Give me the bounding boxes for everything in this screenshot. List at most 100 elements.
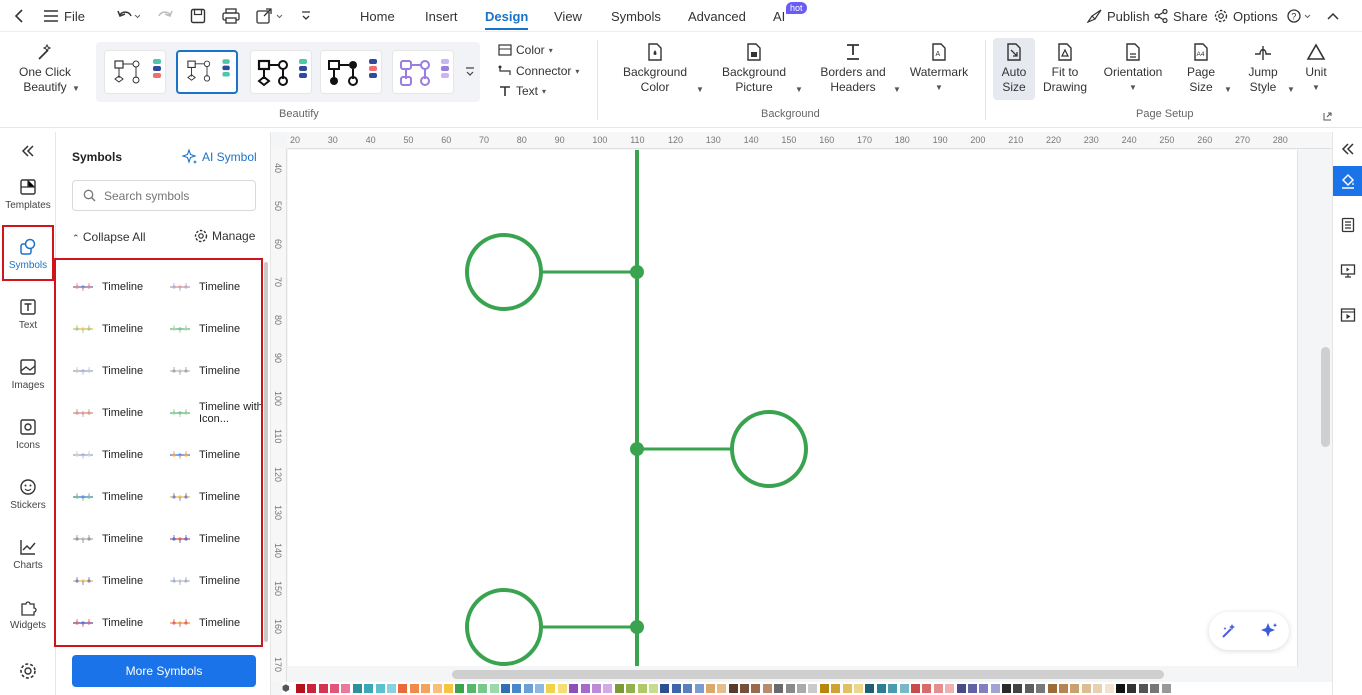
expand-right-panel-button[interactable] (1333, 134, 1362, 164)
horizontal-scrollbar[interactable] (452, 670, 1164, 679)
options-button[interactable]: Options (1214, 0, 1278, 32)
color-swatch[interactable] (626, 684, 636, 693)
collapse-all-button[interactable]: ⌃ Collapse All (72, 230, 146, 244)
color-swatch[interactable] (956, 684, 966, 693)
color-swatch[interactable] (683, 684, 693, 693)
color-swatch[interactable] (614, 684, 624, 693)
orientation-button[interactable]: Orientation ▼ (1098, 42, 1168, 95)
color-swatch[interactable] (1002, 684, 1012, 693)
color-swatch[interactable] (1115, 684, 1125, 693)
panel-scrollbar[interactable] (264, 262, 268, 642)
presentation-button[interactable] (1333, 256, 1362, 286)
timeline-diagram[interactable] (288, 150, 1298, 666)
color-swatch[interactable] (295, 684, 305, 693)
color-swatch[interactable] (546, 684, 556, 693)
color-swatch[interactable] (409, 684, 419, 693)
undo-icon[interactable] (116, 0, 140, 32)
color-swatch[interactable] (466, 684, 476, 693)
timeline-node-3[interactable] (465, 588, 644, 666)
color-swatch[interactable] (478, 684, 488, 693)
style-panel-button[interactable] (1333, 166, 1362, 196)
rail-item-widgets[interactable]: Widgets (0, 598, 56, 631)
color-swatch[interactable] (1059, 684, 1069, 693)
color-swatch[interactable] (1093, 684, 1103, 693)
back-icon[interactable] (14, 0, 24, 32)
search-box[interactable] (72, 180, 256, 211)
color-swatch[interactable] (728, 684, 738, 693)
color-swatch[interactable] (1070, 684, 1080, 693)
color-swatch[interactable] (364, 684, 374, 693)
color-swatch[interactable] (1036, 684, 1046, 693)
color-swatch[interactable] (876, 684, 886, 693)
color-swatch[interactable] (967, 684, 977, 693)
ai-symbol-button[interactable]: AI Symbol (182, 149, 257, 165)
color-swatch[interactable] (318, 684, 328, 693)
color-swatch[interactable] (705, 684, 715, 693)
page-setup-launcher-icon[interactable] (1323, 110, 1332, 124)
color-swatch[interactable] (512, 684, 522, 693)
rail-item-charts[interactable]: Charts (0, 538, 56, 571)
borders-headers-button[interactable]: Borders and Headers (815, 42, 891, 95)
search-input[interactable] (104, 188, 244, 203)
color-swatch[interactable] (432, 684, 442, 693)
color-swatch[interactable] (1150, 684, 1160, 693)
background-color-button[interactable]: Background Color (617, 42, 693, 95)
settings-button[interactable] (0, 662, 56, 684)
color-swatch[interactable] (375, 684, 385, 693)
gallery-expand-icon[interactable] (465, 66, 475, 81)
color-swatch[interactable] (762, 684, 772, 693)
tab-view[interactable]: View (554, 0, 582, 32)
one-click-beautify-button[interactable]: One Click Beautify (14, 42, 76, 95)
beautify-style-2[interactable] (176, 50, 238, 94)
color-swatch[interactable] (648, 684, 658, 693)
color-swatch[interactable] (603, 684, 613, 693)
rail-item-text[interactable]: Text (0, 298, 56, 331)
color-swatch[interactable] (671, 684, 681, 693)
timeline-dot[interactable] (630, 620, 644, 634)
publish-button[interactable]: Publish (1087, 0, 1150, 32)
more-symbols-button[interactable]: More Symbols (72, 655, 256, 687)
auto-size-button[interactable]: Auto Size (993, 42, 1035, 95)
color-swatch[interactable] (717, 684, 727, 693)
color-swatch[interactable] (535, 684, 545, 693)
color-swatch[interactable] (523, 684, 533, 693)
color-swatch[interactable] (831, 684, 841, 693)
color-swatch[interactable] (341, 684, 351, 693)
color-dropdown[interactable]: Color ▾ (498, 43, 553, 57)
color-swatch[interactable] (660, 684, 670, 693)
color-swatch[interactable] (694, 684, 704, 693)
color-swatch[interactable] (330, 684, 340, 693)
share-button[interactable]: Share (1154, 0, 1208, 32)
color-swatch[interactable] (979, 684, 989, 693)
rail-item-images[interactable]: Images (0, 358, 56, 391)
page-properties-button[interactable] (1333, 210, 1362, 240)
beautify-style-4[interactable] (320, 50, 382, 94)
color-swatch[interactable] (1161, 684, 1171, 693)
color-swatch[interactable] (922, 684, 932, 693)
color-swatch[interactable] (774, 684, 784, 693)
color-swatch[interactable] (398, 684, 408, 693)
color-swatch[interactable] (910, 684, 920, 693)
timeline-node-1[interactable] (465, 233, 644, 311)
color-swatch[interactable] (945, 684, 955, 693)
color-swatch[interactable] (740, 684, 750, 693)
beautify-style-1[interactable] (104, 50, 166, 94)
drawing-page[interactable] (288, 150, 1298, 666)
color-swatch[interactable] (990, 684, 1000, 693)
vertical-scrollbar[interactable] (1321, 347, 1330, 447)
color-swatch[interactable] (1024, 684, 1034, 693)
color-swatch[interactable] (1138, 684, 1148, 693)
color-swatch[interactable] (637, 684, 647, 693)
beautify-style-3[interactable] (250, 50, 312, 94)
color-swatch[interactable] (933, 684, 943, 693)
color-swatch[interactable] (307, 684, 317, 693)
color-swatch[interactable] (489, 684, 499, 693)
file-menu[interactable]: File (44, 0, 85, 32)
tab-advanced[interactable]: Advanced (688, 0, 746, 32)
slideshow-button[interactable] (1333, 300, 1362, 330)
connector-dropdown[interactable]: Connector ▾ (498, 64, 579, 78)
tab-design[interactable]: Design (485, 0, 529, 32)
tab-ai[interactable]: AI (773, 0, 785, 32)
color-swatch[interactable] (751, 684, 761, 693)
color-swatch[interactable] (443, 684, 453, 693)
